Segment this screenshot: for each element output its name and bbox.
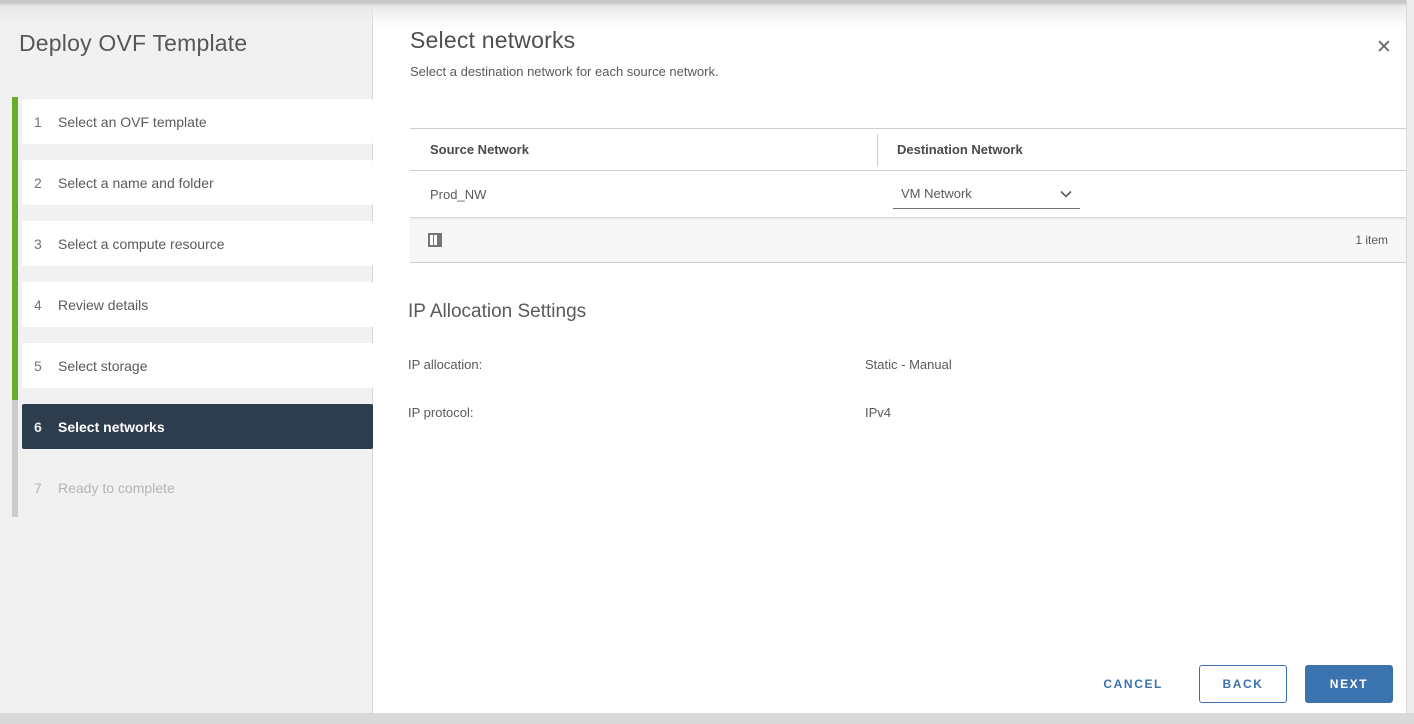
step-number: 4 [34, 296, 42, 313]
progress-bar-completed [12, 97, 18, 400]
wizard-step-4[interactable]: 4 Review details [22, 282, 373, 327]
ip-protocol-row: IP protocol: IPv4 [408, 405, 891, 420]
wizard-step-5[interactable]: 5 Select storage [22, 343, 373, 388]
step-label: Ready to complete [58, 479, 175, 496]
ip-allocation-settings-heading: IP Allocation Settings [408, 301, 587, 322]
step-number: 3 [34, 235, 42, 252]
step-number: 2 [34, 174, 42, 191]
wizard-step-3[interactable]: 3 Select a compute resource [22, 221, 373, 266]
column-header-label: Destination Network [897, 142, 1023, 157]
right-edge-strip [1406, 0, 1414, 724]
step-number: 5 [34, 357, 42, 374]
items-count: 1 item [1355, 233, 1388, 247]
close-icon[interactable]: ✕ [1371, 34, 1397, 60]
step-label: Select an OVF template [58, 113, 207, 130]
step-number: 7 [34, 479, 42, 496]
destination-network-select[interactable]: VM Network [893, 180, 1080, 209]
cancel-button[interactable]: CANCEL [1097, 665, 1169, 703]
chevron-down-icon [1060, 190, 1072, 198]
step-label: Review details [58, 296, 149, 313]
destination-network-cell: VM Network [877, 180, 1406, 209]
column-header-destination-network: Destination Network [877, 134, 1406, 166]
dialog-button-bar: CANCEL BACK NEXT [1097, 665, 1393, 703]
column-divider [877, 134, 878, 166]
back-button[interactable]: BACK [1199, 665, 1287, 703]
wizard-step-2[interactable]: 2 Select a name and folder [22, 160, 373, 205]
ip-protocol-label: IP protocol: [408, 405, 474, 420]
progress-bar-remaining [12, 400, 18, 517]
step-label: Select storage [58, 357, 148, 374]
step-number: 1 [34, 113, 42, 130]
column-toggle-icon[interactable] [428, 233, 442, 247]
column-header-source-network: Source Network [430, 142, 529, 157]
ip-allocation-value: Static - Manual [865, 357, 952, 372]
table-footer: 1 item [410, 218, 1406, 263]
page-title: Select networks [410, 27, 576, 53]
wizard-step-1[interactable]: 1 Select an OVF template [22, 99, 373, 144]
step-label: Select a name and folder [58, 174, 214, 191]
wizard-sidebar: Deploy OVF Template 1 Select an OVF temp… [0, 0, 373, 724]
ip-allocation-label: IP allocation: [408, 357, 483, 372]
step-number: 6 [34, 418, 42, 435]
wizard-steps: 1 Select an OVF template 2 Select a name… [22, 99, 373, 510]
ip-allocation-row: IP allocation: Static - Manual [408, 357, 952, 372]
deploy-ovf-dialog: Deploy OVF Template 1 Select an OVF temp… [0, 0, 1414, 724]
table-row: Prod_NW VM Network [410, 171, 1406, 218]
window-bottom-edge [0, 713, 1414, 724]
page-subtitle: Select a destination network for each so… [410, 64, 719, 79]
wizard-title: Deploy OVF Template [19, 30, 248, 56]
selected-network-value: VM Network [901, 186, 972, 201]
next-button[interactable]: NEXT [1305, 665, 1393, 703]
source-network-cell: Prod_NW [430, 186, 487, 202]
table-header-row: Source Network Destination Network [410, 128, 1406, 171]
step-label: Select networks [58, 418, 165, 435]
wizard-step-6-active[interactable]: 6 Select networks [22, 404, 373, 449]
ip-protocol-value: IPv4 [865, 405, 892, 420]
network-mapping-table: Source Network Destination Network Prod_… [410, 128, 1406, 263]
step-content-panel: Select networks Select a destination net… [374, 0, 1414, 724]
wizard-step-7-disabled: 7 Ready to complete [22, 465, 373, 510]
step-label: Select a compute resource [58, 235, 225, 252]
